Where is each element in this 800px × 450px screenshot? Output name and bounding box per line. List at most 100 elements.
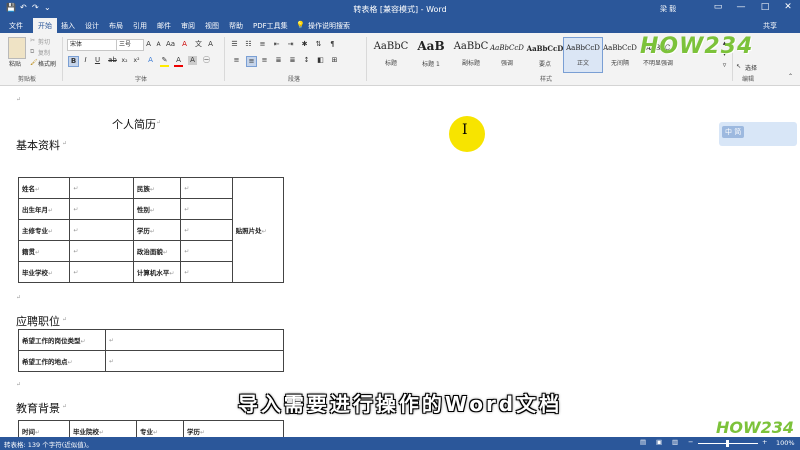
document-title[interactable]: 个人简历 xyxy=(112,116,156,132)
section-heading-job[interactable]: 应聘职位 xyxy=(16,313,60,329)
tab-layout[interactable]: 布局 xyxy=(106,20,126,32)
numbering-icon[interactable]: ☷ xyxy=(244,40,253,49)
style-strong[interactable]: AaBbCcD 要点 xyxy=(526,37,564,71)
maximize-button[interactable]: □ xyxy=(757,2,773,12)
font-name-combo[interactable]: 宋体 xyxy=(67,39,117,51)
distribute-icon[interactable]: ≣ xyxy=(288,56,297,65)
grow-font-icon[interactable]: A xyxy=(144,40,153,49)
highlight-icon[interactable]: ✎ xyxy=(160,56,169,67)
close-button[interactable]: ✕ xyxy=(780,2,796,12)
tab-view[interactable]: 视图 xyxy=(202,20,222,32)
table-cell-value[interactable]: ↵ xyxy=(105,350,284,372)
style-heading-1[interactable]: AaB 标题 1 xyxy=(412,37,450,71)
tell-me-search[interactable]: 操作说明搜索 xyxy=(305,20,353,32)
paste-icon[interactable] xyxy=(8,37,26,59)
table-header-cell[interactable]: 时间↵ xyxy=(18,420,70,437)
shrink-font-icon[interactable]: A xyxy=(154,40,163,49)
ribbon-display-options-icon[interactable]: ▭ xyxy=(710,2,726,12)
word-count[interactable]: 转表格: 139 个字符(近似值)。 xyxy=(4,439,93,449)
cut-button[interactable]: 剪切 xyxy=(38,37,50,46)
multilevel-list-icon[interactable]: ≡ xyxy=(258,40,267,49)
scissors-icon[interactable]: ✂ xyxy=(30,37,35,44)
font-size-combo[interactable]: 三号 xyxy=(116,39,144,51)
table-cell-label[interactable]: 姓名↵ xyxy=(17,177,71,199)
align-right-icon[interactable]: ≡ xyxy=(260,56,269,65)
photo-cell[interactable]: 贴照片处↵ xyxy=(231,177,285,283)
subscript-icon[interactable]: x₂ xyxy=(120,56,129,65)
table-cell-label[interactable]: 政治面貌↵ xyxy=(132,240,182,262)
italic-button[interactable]: I xyxy=(81,56,90,65)
character-border-icon[interactable]: A xyxy=(206,40,215,49)
zoom-in-button[interactable]: + xyxy=(762,438,767,446)
text-effects-icon[interactable]: A xyxy=(146,56,155,65)
table-cell-label[interactable]: 希望工作的岗位类型↵ xyxy=(18,329,106,351)
line-spacing-icon[interactable]: ↕ xyxy=(302,56,311,65)
table-cell-value[interactable]: ↵ xyxy=(69,261,134,283)
font-color-icon[interactable]: A xyxy=(174,56,183,67)
tab-references[interactable]: 引用 xyxy=(130,20,150,32)
select-button[interactable]: 选择 xyxy=(745,63,757,72)
share-button[interactable]: 共享 xyxy=(760,20,780,32)
align-left-icon[interactable]: ≡ xyxy=(232,56,241,65)
table-cell-value[interactable]: ↵ xyxy=(69,198,134,220)
education-table[interactable]: 时间↵ 毕业院校↵ 专业↵ 学历↵ xyxy=(18,420,284,437)
underline-button[interactable]: U xyxy=(93,56,102,65)
table-cell-label[interactable]: 民族↵ xyxy=(132,177,182,199)
format-painter-button[interactable]: 格式刷 xyxy=(38,59,56,68)
borders-icon[interactable]: ⊞ xyxy=(330,56,339,65)
table-cell-value[interactable]: ↵ xyxy=(180,177,233,199)
basic-info-table[interactable]: 姓名↵ ↵ 民族↵ ↵ 贴照片处↵ 出生年月↵ ↵ 性别↵ ↵ 主修专业↵ ↵ … xyxy=(17,177,285,283)
style-emphasis[interactable]: AaBbCcD 强调 xyxy=(488,37,526,71)
table-cell-value[interactable]: ↵ xyxy=(180,261,233,283)
tab-review[interactable]: 审阅 xyxy=(178,20,198,32)
phonetic-guide-icon[interactable]: 文 xyxy=(194,40,203,49)
minimize-button[interactable]: — xyxy=(733,2,749,12)
collapse-ribbon-icon[interactable]: ⌃ xyxy=(788,73,793,80)
tab-home[interactable]: 开始 xyxy=(33,18,57,34)
tab-mailings[interactable]: 邮件 xyxy=(154,20,174,32)
table-header-cell[interactable]: 毕业院校↵ xyxy=(69,420,137,437)
zoom-slider-thumb[interactable] xyxy=(726,440,729,447)
table-cell-value[interactable]: ↵ xyxy=(180,219,233,241)
align-center-icon[interactable]: ≡ xyxy=(246,56,257,67)
tab-help[interactable]: 帮助 xyxy=(226,20,246,32)
table-cell-label[interactable]: 计算机水平↵ xyxy=(132,261,182,283)
style-no-spacing[interactable]: AaBbCcD 无间隔 xyxy=(601,37,639,71)
table-cell-label[interactable]: 性别↵ xyxy=(132,198,182,220)
table-cell-label[interactable]: 学历↵ xyxy=(132,219,182,241)
chinese-layout-icon[interactable]: ✱ xyxy=(300,40,309,49)
bold-button[interactable]: B xyxy=(68,56,79,67)
tab-pdf-tools[interactable]: PDF工具集 xyxy=(250,20,291,32)
user-name[interactable]: 梁 毅 xyxy=(660,4,676,14)
clear-formatting-icon[interactable]: A xyxy=(180,40,189,49)
show-marks-icon[interactable]: ¶ xyxy=(328,40,337,49)
table-cell-value[interactable]: ↵ xyxy=(69,177,134,199)
bullets-icon[interactable]: ☰ xyxy=(230,40,239,49)
table-header-cell[interactable]: 学历↵ xyxy=(183,420,284,437)
tab-insert[interactable]: 插入 xyxy=(58,20,78,32)
table-header-cell[interactable]: 专业↵ xyxy=(136,420,184,437)
table-cell-value[interactable]: ↵ xyxy=(180,198,233,220)
copy-button[interactable]: 复制 xyxy=(38,48,50,57)
table-cell-value[interactable]: ↵ xyxy=(69,219,134,241)
enclose-characters-icon[interactable]: ㊀ xyxy=(202,56,211,65)
table-cell-label[interactable]: 出生年月↵ xyxy=(17,198,71,220)
copy-icon[interactable]: ⧉ xyxy=(30,48,34,56)
print-layout-icon[interactable]: ▣ xyxy=(656,438,662,446)
zoom-out-button[interactable]: − xyxy=(688,438,693,446)
table-cell-label[interactable]: 籍贯↵ xyxy=(17,240,71,262)
section-heading-basic[interactable]: 基本资料 xyxy=(16,137,60,153)
shading-icon[interactable]: ◧ xyxy=(316,56,325,65)
change-case-icon[interactable]: Aa xyxy=(166,40,175,49)
web-layout-icon[interactable]: ▥ xyxy=(672,438,678,446)
table-cell-label[interactable]: 主修专业↵ xyxy=(17,219,71,241)
style-title[interactable]: AaBbC 标题 xyxy=(372,37,410,71)
tab-file[interactable]: 文件 xyxy=(6,20,26,32)
table-cell-value[interactable]: ↵ xyxy=(180,240,233,262)
select-arrow-icon[interactable]: ↖ xyxy=(736,63,741,70)
increase-indent-icon[interactable]: ⇥ xyxy=(286,40,295,49)
decrease-indent-icon[interactable]: ⇤ xyxy=(272,40,281,49)
read-mode-icon[interactable]: ▤ xyxy=(640,438,646,446)
format-painter-icon[interactable]: 🖌 xyxy=(30,59,38,66)
table-cell-label[interactable]: 希望工作的地点↵ xyxy=(18,350,106,372)
